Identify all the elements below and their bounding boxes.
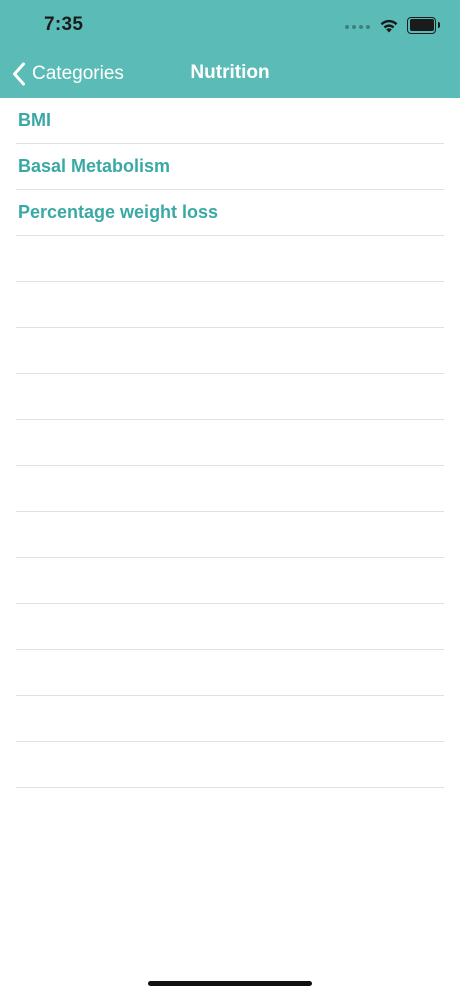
list-item-empty <box>16 328 444 374</box>
calculator-list: BMI Basal Metabolism Percentage weight l… <box>0 98 460 788</box>
back-button-label: Categories <box>32 63 124 84</box>
list-item-bmi[interactable]: BMI <box>16 98 444 144</box>
list-item-empty <box>16 604 444 650</box>
list-item-label: BMI <box>18 110 51 130</box>
battery-icon <box>407 16 440 34</box>
list-item-empty <box>16 742 444 788</box>
list-item-empty <box>16 558 444 604</box>
signal-dots-icon <box>345 25 370 29</box>
list-item-empty <box>16 466 444 512</box>
list-item-empty <box>16 374 444 420</box>
list-item-empty <box>16 420 444 466</box>
status-time: 7:35 <box>44 14 84 35</box>
list-item-label: Percentage weight loss <box>18 202 219 222</box>
list-item-empty <box>16 512 444 558</box>
wifi-icon <box>380 19 398 33</box>
list-item-basal-metabolism[interactable]: Basal Metabolism <box>16 144 444 190</box>
list-item-empty <box>16 650 444 696</box>
list-item-empty <box>16 696 444 742</box>
list-item-empty <box>16 236 444 282</box>
home-indicator[interactable] <box>148 981 312 986</box>
list-item-label: Basal Metabolism <box>18 156 171 176</box>
list-item-empty <box>16 282 444 328</box>
back-button[interactable]: Categories <box>12 58 124 90</box>
chevron-left-icon <box>13 62 25 86</box>
status-icons <box>345 16 440 34</box>
list-item-percentage-weight-loss[interactable]: Percentage weight loss <box>16 190 444 236</box>
navigation-header: 7:35 Categories Nutrition <box>0 0 460 98</box>
